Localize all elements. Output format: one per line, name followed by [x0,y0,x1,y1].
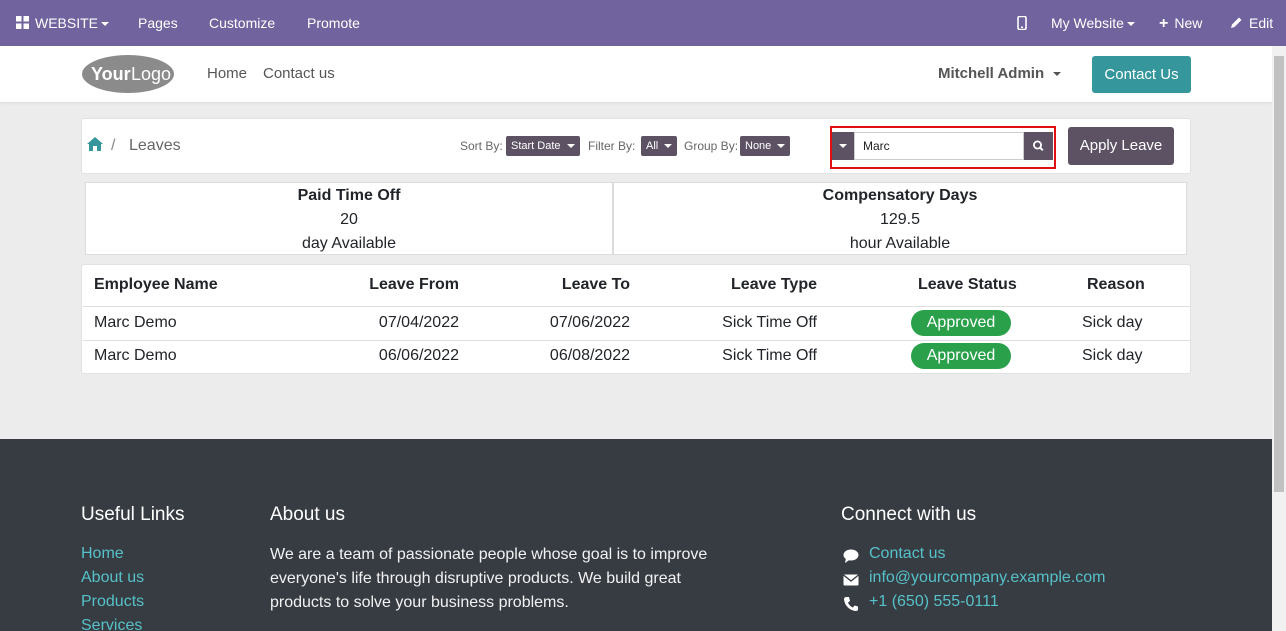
envelope-icon [843,574,859,586]
summary-unit: hour Available [849,235,951,252]
website-menu-label: WEBSITE [35,15,99,31]
apps-grid-icon [16,16,29,29]
chevron-down-icon [777,144,786,149]
cell-leave-type: Sick Time Off [722,314,817,331]
footer-link-services[interactable]: Services [81,617,142,631]
status-badge: Approved [911,343,1011,369]
new-button[interactable]: + New [1159,0,1202,46]
summary-card-compensatory-days: Compensatory Days 129.5 hour Available [613,182,1187,255]
about-us-text: We are a team of passionate people whose… [270,546,708,611]
website-menu[interactable]: WEBSITE [16,0,110,46]
footer-link-about-us[interactable]: About us [81,569,144,587]
search-icon [1032,140,1044,152]
comment-icon [843,549,859,563]
scrollbar-thumb[interactable] [1274,56,1284,492]
nav-home[interactable]: Home [207,46,247,102]
cell-leave-from: 07/04/2022 [378,314,459,331]
logo-shape: Your Logo [82,55,174,93]
user-name: Mitchell Admin [938,65,1045,82]
summary-value: 129.5 [879,211,921,228]
chevron-down-icon [1053,72,1062,77]
cell-leave-to: 06/08/2022 [549,347,630,364]
footer-email-link[interactable]: info@yourcompany.example.com [869,569,1106,587]
column-header-reason[interactable]: Reason [1087,276,1145,294]
summary-card-paid-time-off: Paid Time Off 20 day Available [85,182,613,255]
cell-leave-to: 07/06/2022 [549,314,630,331]
contact-us-button[interactable]: Contact Us [1092,56,1191,93]
footer-link-products[interactable]: Products [81,593,144,611]
footer-contact-link[interactable]: Contact us [869,545,945,563]
cell-employee-name: Marc Demo [94,314,177,331]
mobile-preview-button[interactable] [1017,0,1027,46]
column-header-leave-to[interactable]: Leave To [562,276,630,294]
cell-employee-name: Marc Demo [94,347,177,364]
plus-icon: + [1159,15,1169,32]
customize-menu[interactable]: Customize [209,0,275,46]
promote-menu[interactable]: Promote [307,0,360,46]
group-label: Group By: [684,139,739,153]
column-header-leave-from[interactable]: Leave From [369,276,459,294]
my-website-menu[interactable]: My Website [1051,0,1135,46]
chevron-down-icon [566,144,575,149]
pages-menu[interactable]: Pages [138,0,178,46]
cell-reason: Sick day [1082,347,1143,364]
user-menu[interactable]: Mitchell Admin [938,46,1062,102]
apply-leave-button[interactable]: Apply Leave [1068,127,1174,165]
group-dropdown[interactable]: None [740,136,791,156]
nav-contact-us[interactable]: Contact us [263,46,335,102]
group-value: None [745,140,772,152]
new-label: New [1174,15,1203,31]
site-header: Your Logo Home Contact us Mitchell Admin… [0,46,1272,102]
sort-label: Sort By: [460,139,503,153]
cell-leave-type: Sick Time Off [722,347,817,364]
search-options-dropdown[interactable] [832,132,854,160]
filter-value: All [646,140,659,152]
summary-title: Compensatory Days [822,187,978,204]
column-header-leave-status[interactable]: Leave Status [918,276,1017,294]
chevron-down-icon [664,144,673,149]
leaves-table: Employee Name Leave From Leave To Leave … [81,264,1191,374]
breadcrumb-separator: / [111,137,116,154]
logo[interactable]: Your Logo [81,54,175,94]
column-header-leave-type[interactable]: Leave Type [731,276,817,294]
mobile-icon [1017,15,1027,31]
admin-bar: WEBSITE Pages Customize Promote My Websi… [0,0,1286,46]
search-button[interactable] [1024,132,1053,160]
connect-title: Connect with us [841,504,977,525]
my-website-label: My Website [1051,15,1124,31]
status-badge: Approved [911,310,1011,336]
home-icon[interactable] [87,119,103,175]
filter-dropdown[interactable]: All [641,136,678,156]
cell-reason: Sick day [1082,314,1143,331]
svg-text:Logo: Logo [131,64,171,84]
chevron-down-icon [839,143,847,148]
pencil-icon [1231,17,1242,28]
search-input[interactable] [854,132,1024,160]
edit-label: Edit [1249,15,1274,31]
summary-unit: day Available [302,235,396,252]
summary-value: 20 [340,211,358,228]
summary-title: Paid Time Off [297,187,401,204]
phone-icon [844,597,858,611]
site-footer: Useful Links Home About us Products Serv… [0,439,1272,631]
footer-phone-link[interactable]: +1 (650) 555-0111 [869,593,999,611]
sort-dropdown[interactable]: Start Date [506,136,580,156]
svg-text:Your: Your [91,64,131,84]
footer-link-home[interactable]: Home [81,545,124,563]
about-us-title: About us [270,504,345,525]
cell-leave-from: 06/06/2022 [378,347,459,364]
column-header-employee-name[interactable]: Employee Name [94,276,218,294]
breadcrumb-current: Leaves [129,137,181,154]
header-divider [83,306,1191,307]
chevron-down-icon [1126,22,1135,27]
edit-button[interactable]: Edit [1230,0,1273,46]
chevron-down-icon [101,22,110,27]
filter-label: Filter By: [588,139,636,153]
useful-links-title: Useful Links [81,504,185,525]
row-divider [83,340,1191,341]
sort-value: Start Date [511,140,561,152]
